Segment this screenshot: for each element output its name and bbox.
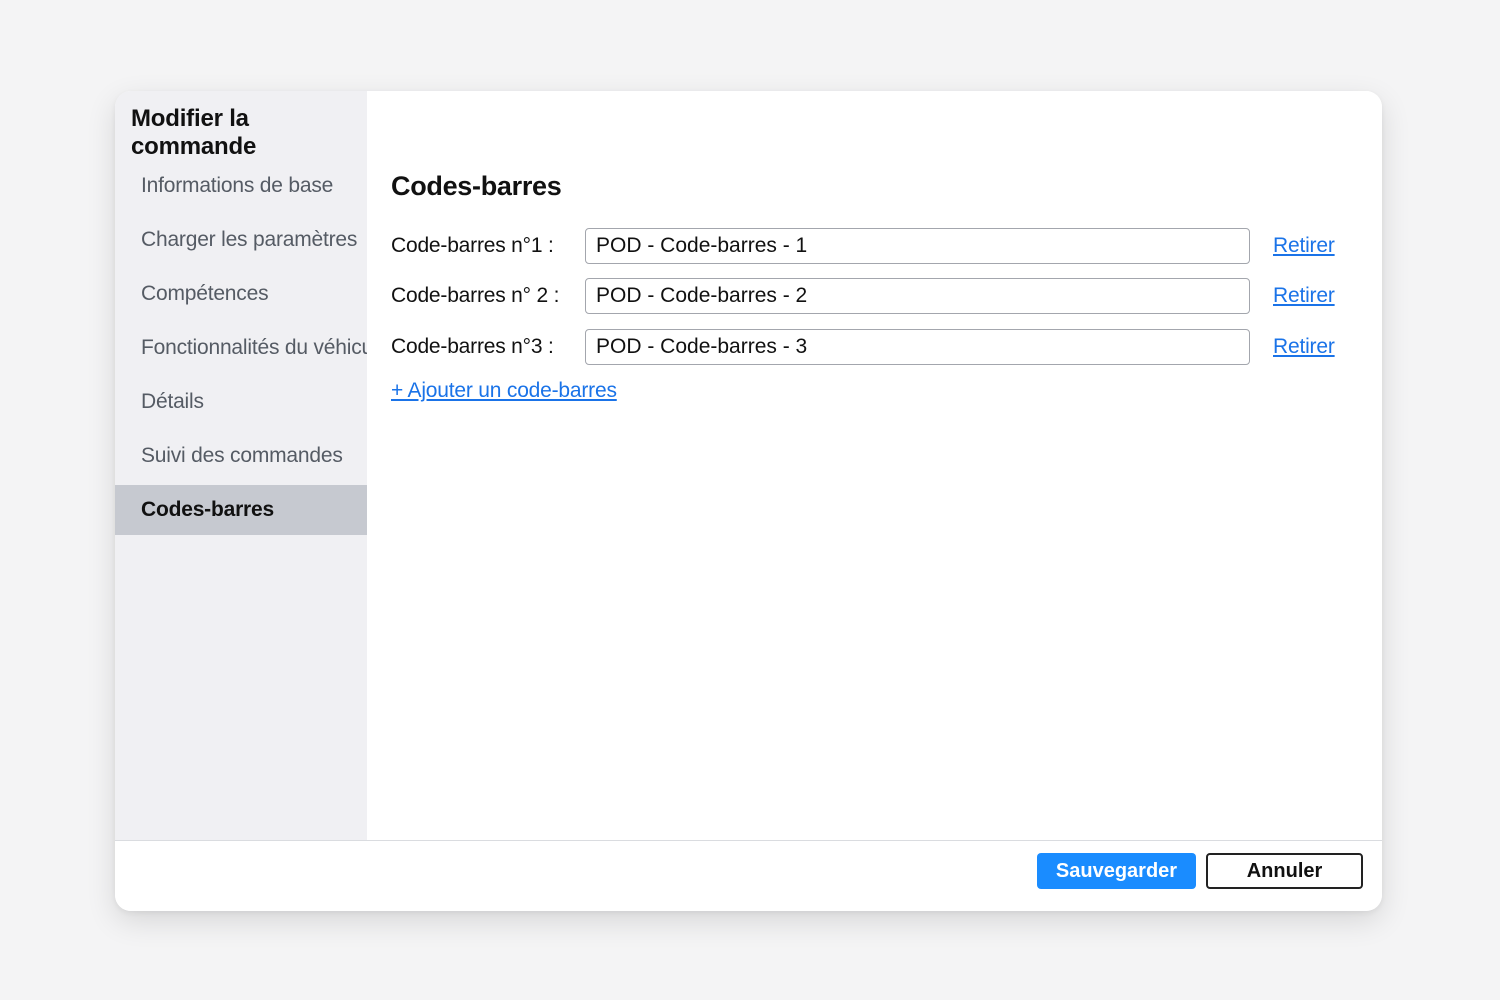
cancel-button[interactable]: Annuler [1206,853,1363,889]
sidebar-item-load-settings[interactable]: Charger les paramètres [115,215,367,265]
barcode-input-2[interactable] [585,278,1250,314]
sidebar-item-skills[interactable]: Compétences [115,269,367,319]
save-button[interactable]: Sauvegarder [1037,853,1196,889]
barcode-label-1: Code-barres n°1 : [391,234,554,257]
remove-barcode-1-link[interactable]: Retirer [1273,228,1335,264]
dialog-title: Modifier la commande [131,105,257,160]
sidebar-item-basic-info[interactable]: Informations de base [115,161,367,211]
sidebar-item-details[interactable]: Détails [115,377,367,427]
dialog-footer: Sauvegarder Annuler [115,840,1382,911]
barcode-row-2: Code-barres n° 2 : Retirer [391,278,1341,314]
sidebar-item-order-tracking[interactable]: Suivi des commandes [115,431,367,481]
add-barcode-link[interactable]: + Ajouter un code-barres [391,379,617,403]
remove-barcode-2-link[interactable]: Retirer [1273,278,1335,314]
barcode-row-1: Code-barres n°1 : Retirer [391,228,1341,264]
sidebar-item-barcodes[interactable]: Codes-barres [115,485,367,535]
section-title: Codes-barres [391,171,562,201]
barcode-input-1[interactable] [585,228,1250,264]
sidebar-nav: Informations de base Charger les paramèt… [115,161,389,539]
remove-barcode-3-link[interactable]: Retirer [1273,329,1335,365]
barcode-input-3[interactable] [585,329,1250,365]
sidebar: Modifier la commande Informations de bas… [115,91,389,840]
barcode-label-2: Code-barres n° 2 : [391,284,560,307]
sidebar-item-vehicle-features[interactable]: Fonctionnalités du véhicule [115,323,389,373]
edit-order-dialog: Modifier la commande Informations de bas… [115,91,1382,911]
main-content: Codes-barres Code-barres n°1 : Retirer C… [367,91,1382,840]
barcode-row-3: Code-barres n°3 : Retirer [391,329,1341,365]
barcode-label-3: Code-barres n°3 : [391,335,554,358]
